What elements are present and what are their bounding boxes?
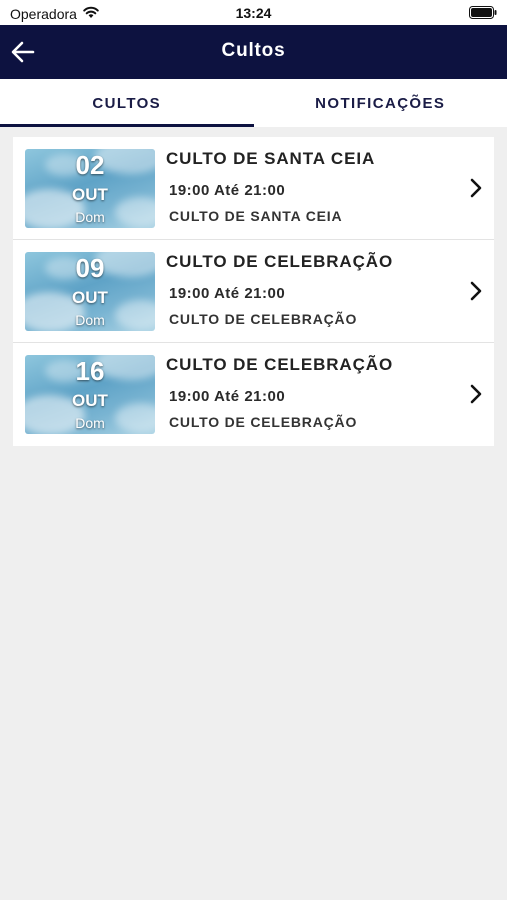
date-thumbnail: 09 OUT Dom xyxy=(25,252,155,331)
date-weekday: Dom xyxy=(75,415,105,431)
date-weekday: Dom xyxy=(75,209,105,225)
tab-label: CULTOS xyxy=(92,94,162,112)
date-day: 09 xyxy=(75,253,105,283)
date-thumbnail: 16 OUT Dom xyxy=(25,355,155,434)
nav-bar: Cultos xyxy=(0,25,507,79)
culto-item[interactable]: 09 OUT Dom CULTO DE CELEBRAÇÃO 19:00 Até… xyxy=(13,240,494,343)
status-bar: Operadora 13:24 xyxy=(0,0,507,25)
culto-hours: 19:00 Até 21:00 xyxy=(169,388,286,405)
cultos-list: 02 OUT Dom CULTO DE SANTA CEIA 19:00 Até… xyxy=(13,137,494,446)
tab-bar: CULTOS NOTIFICAÇÕES xyxy=(0,79,507,127)
culto-name: CULTO DE CELEBRAÇÃO xyxy=(166,355,394,374)
date-month: OUT xyxy=(72,288,108,307)
battery-icon xyxy=(469,6,497,22)
date-thumbnail: 02 OUT Dom xyxy=(25,149,155,228)
page-title: Cultos xyxy=(221,40,286,61)
date-month: OUT xyxy=(72,391,108,410)
date-day: 02 xyxy=(75,150,105,180)
tab-notificacoes[interactable]: NOTIFICAÇÕES xyxy=(254,79,507,127)
culto-hours: 19:00 Até 21:00 xyxy=(169,285,286,302)
date-day: 16 xyxy=(75,356,105,386)
tab-label: NOTIFICAÇÕES xyxy=(315,94,446,112)
chevron-right-icon xyxy=(470,178,482,198)
chevron-right-icon xyxy=(470,384,482,404)
date-month: OUT xyxy=(72,185,108,204)
tab-cultos[interactable]: CULTOS xyxy=(0,79,254,127)
culto-name: CULTO DE SANTA CEIA xyxy=(166,149,376,168)
culto-description: CULTO DE CELEBRAÇÃO xyxy=(169,414,358,430)
culto-name: CULTO DE CELEBRAÇÃO xyxy=(166,252,394,271)
status-time: 13:24 xyxy=(235,5,272,21)
date-weekday: Dom xyxy=(75,312,105,328)
culto-item[interactable]: 16 OUT Dom CULTO DE CELEBRAÇÃO 19:00 Até… xyxy=(13,343,494,446)
culto-description: CULTO DE SANTA CEIA xyxy=(169,208,343,224)
chevron-right-icon xyxy=(470,281,482,301)
culto-item[interactable]: 02 OUT Dom CULTO DE SANTA CEIA 19:00 Até… xyxy=(13,137,494,240)
culto-description: CULTO DE CELEBRAÇÃO xyxy=(169,311,358,327)
culto-hours: 19:00 Até 21:00 xyxy=(169,182,286,199)
